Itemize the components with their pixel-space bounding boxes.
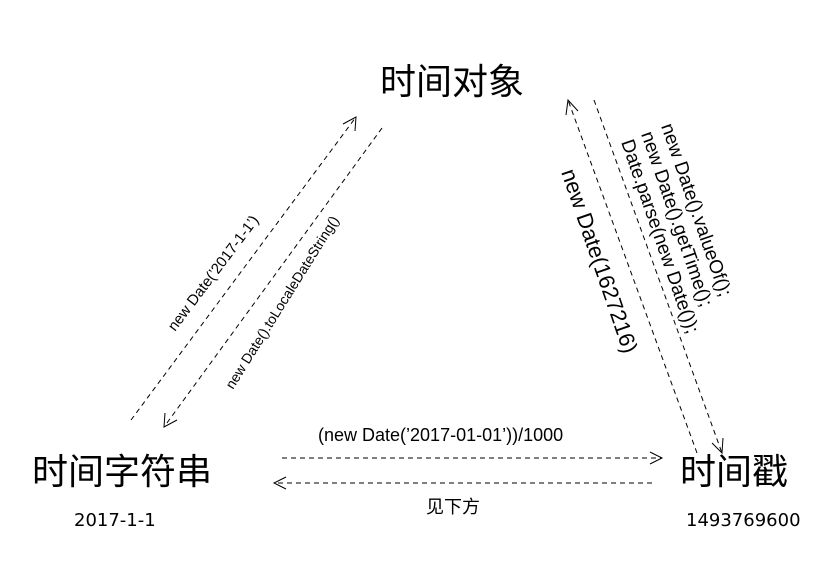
time-conversion-diagram: 时间对象 时间字符串 时间戳 2017-1-1 1493769600 new D… (32, 62, 801, 531)
time-string-example: 2017-1-1 (74, 510, 156, 531)
arrowhead-object-to-string (163, 412, 178, 428)
label-string-to-object: new Date(’2017-1-1’) (165, 212, 263, 334)
label-timestamp-to-string: 见下方 (426, 497, 480, 517)
time-string-title: 时间字符串 (32, 452, 212, 493)
arrowhead-timestamp-to-object (565, 98, 579, 116)
edge-object-to-string (163, 127, 383, 428)
label-string-to-timestamp: (new Date(’2017-01-01’))/1000 (318, 425, 563, 445)
timestamp-example: 1493769600 (686, 510, 801, 531)
label-timestamp-to-object: new Date(1627216) (556, 165, 643, 356)
time-object-title: 时间对象 (380, 62, 524, 103)
timestamp-title: 时间戳 (680, 452, 788, 493)
arrowhead-string-to-object (342, 116, 357, 132)
